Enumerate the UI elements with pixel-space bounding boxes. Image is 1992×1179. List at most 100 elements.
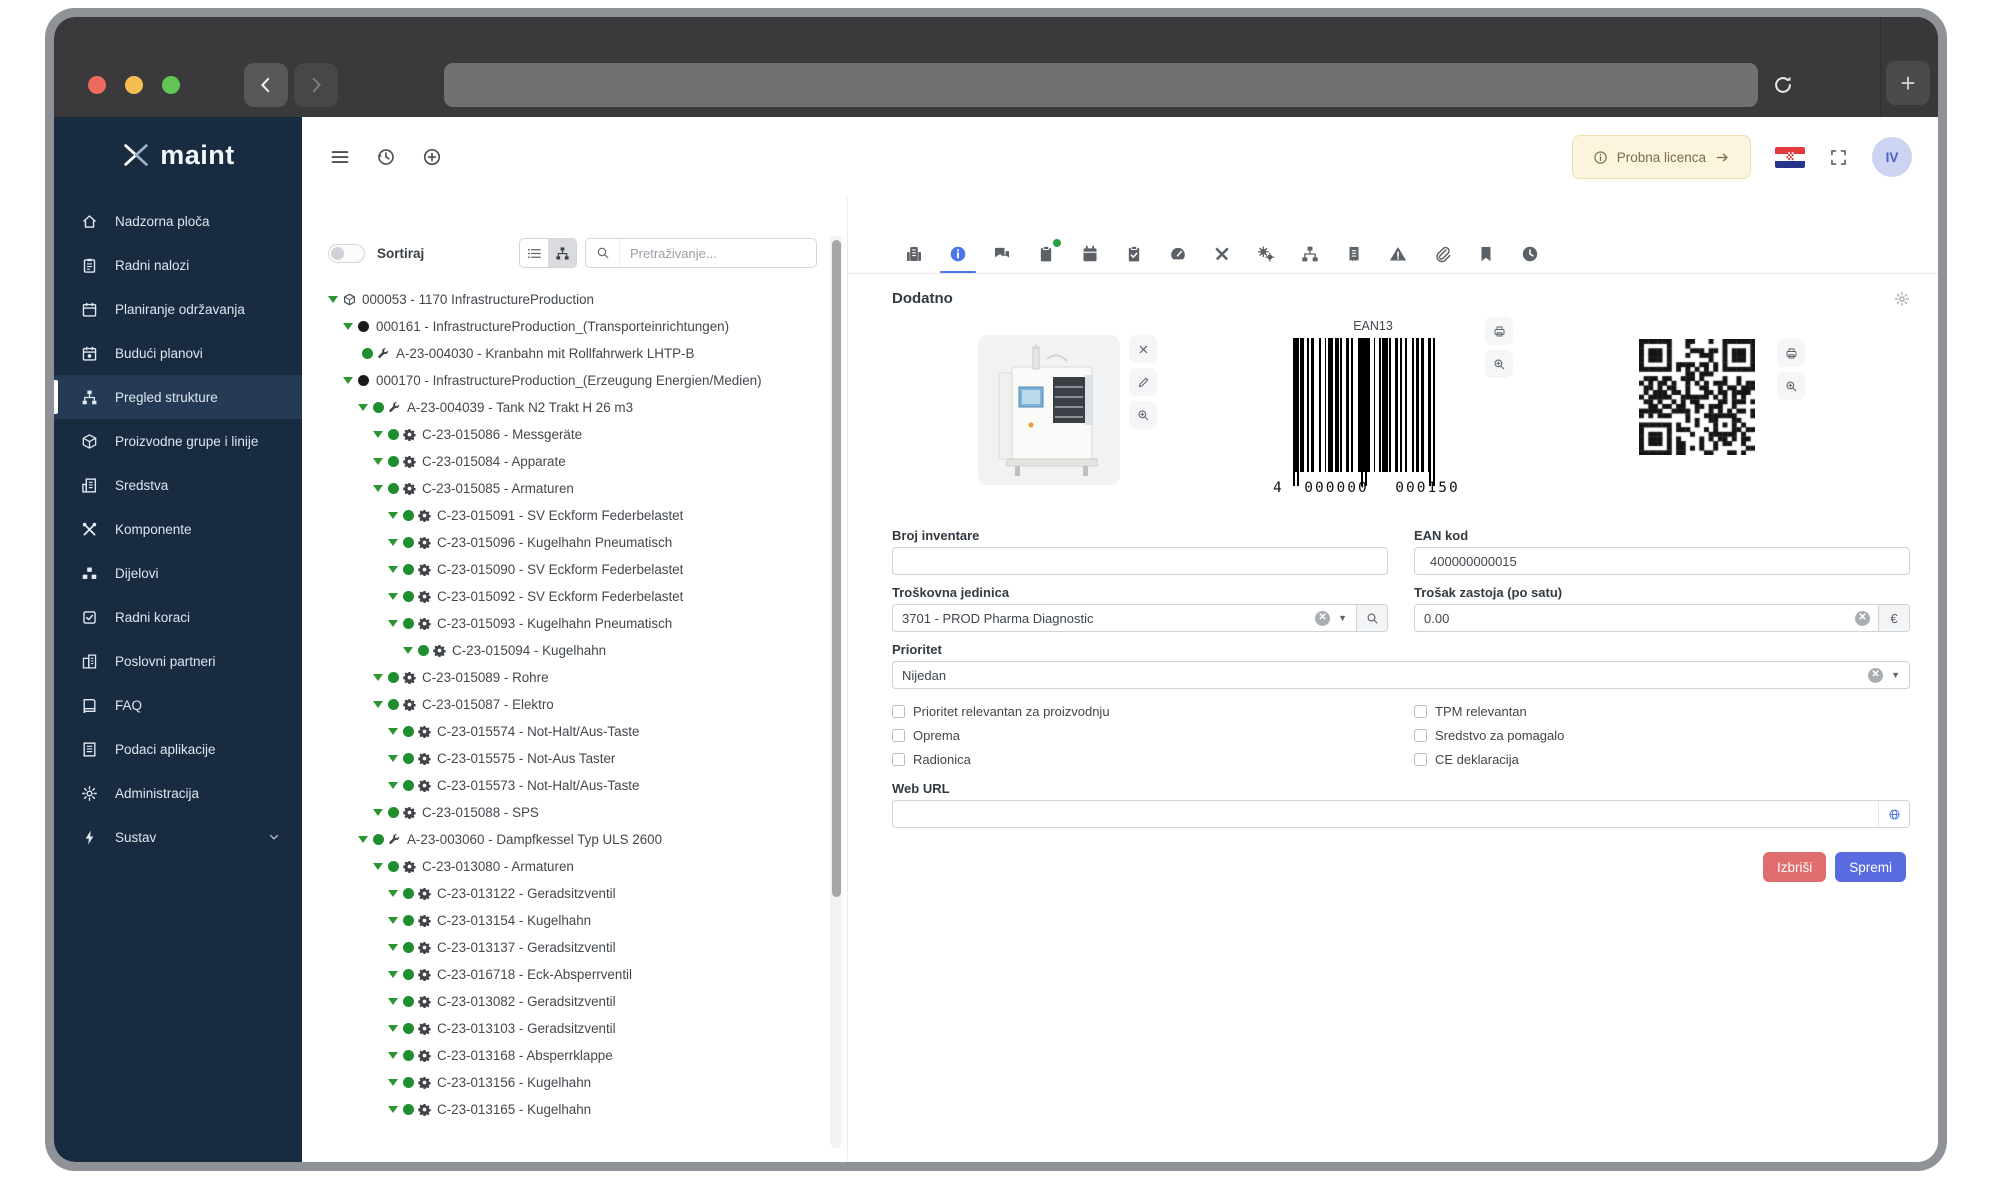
tab-sitemap2[interactable] <box>1288 237 1332 271</box>
expander-icon[interactable] <box>343 323 353 330</box>
tab-clock[interactable] <box>1508 237 1552 271</box>
expander-icon[interactable] <box>388 539 398 546</box>
maximize-window-button[interactable] <box>162 76 180 94</box>
checkbox-radionica[interactable]: Radionica <box>892 747 1388 771</box>
sidebar-item-budu-i-planovi[interactable]: Budući planovi <box>54 331 302 375</box>
expander-icon[interactable] <box>388 593 398 600</box>
sidebar-item-sustav[interactable]: Sustav <box>54 815 302 859</box>
expander-icon[interactable] <box>388 755 398 762</box>
tree-node[interactable]: C-23-015094 - Kugelhahn <box>328 637 817 664</box>
sidebar-item-komponente[interactable]: Komponente <box>54 507 302 551</box>
checkbox-box[interactable] <box>892 752 905 766</box>
tab-clipboard-check[interactable] <box>1112 237 1156 271</box>
expander-icon[interactable] <box>388 512 398 519</box>
forward-button[interactable] <box>294 63 338 107</box>
tree-node[interactable]: C-23-015091 - SV Eckform Federbelastet <box>328 502 817 529</box>
sidebar-item-pregled-strukture[interactable]: Pregled strukture <box>54 375 302 419</box>
tree-node[interactable]: C-23-013156 - Kugelhahn <box>328 1069 817 1096</box>
expander-icon[interactable] <box>388 620 398 627</box>
tree-node[interactable]: C-23-015093 - Kugelhahn Pneumatisch <box>328 610 817 637</box>
clear-icon[interactable]: ✕ <box>1868 667 1884 683</box>
add-circle-icon[interactable] <box>422 147 442 167</box>
history-icon[interactable] <box>376 147 396 167</box>
expander-icon[interactable] <box>358 836 368 843</box>
settings-gear-icon[interactable] <box>1894 291 1910 307</box>
checkbox-oprema[interactable]: Oprema <box>892 723 1388 747</box>
barcode-zoom-button[interactable] <box>1485 350 1513 378</box>
expander-icon[interactable] <box>388 917 398 924</box>
caret-down-icon[interactable]: ▼ <box>1891 670 1900 680</box>
checkbox-sredstvo-za-pomagalo[interactable]: Sredstvo za pomagalo <box>1414 723 1910 747</box>
expander-icon[interactable] <box>388 1025 398 1032</box>
user-avatar[interactable]: IV <box>1872 137 1912 177</box>
tree-node[interactable]: C-23-015090 - SV Eckform Federbelastet <box>328 556 817 583</box>
expander-icon[interactable] <box>373 431 383 438</box>
tab-tools2[interactable] <box>1200 237 1244 271</box>
web-url-input[interactable] <box>893 806 1878 822</box>
expander-icon[interactable] <box>343 377 353 384</box>
sidebar-item-podaci-aplikacije[interactable]: Podaci aplikacije <box>54 727 302 771</box>
fullscreen-icon[interactable] <box>1829 148 1848 167</box>
tree-node[interactable]: C-23-015087 - Elektro <box>328 691 817 718</box>
tree-node[interactable]: C-23-015573 - Not-Halt/Aus-Taste <box>328 772 817 799</box>
tree-node[interactable]: C-23-013080 - Armaturen <box>328 853 817 880</box>
trial-license-button[interactable]: Probna licenca <box>1571 135 1751 179</box>
tree-node[interactable]: C-23-015096 - Kugelhahn Pneumatisch <box>328 529 817 556</box>
expander-icon[interactable] <box>388 890 398 897</box>
tree-view-button[interactable] <box>548 239 576 267</box>
photo-delete-button[interactable] <box>1129 335 1157 363</box>
language-flag-croatia[interactable] <box>1775 146 1805 168</box>
tree-node[interactable]: C-23-013122 - Geradsitzventil <box>328 880 817 907</box>
expander-icon[interactable] <box>373 674 383 681</box>
tree-node[interactable]: C-23-015575 - Not-Aus Taster <box>328 745 817 772</box>
sidebar-item-nadzorna-plo-a[interactable]: Nadzorna ploča <box>54 199 302 243</box>
hamburger-menu-icon[interactable] <box>330 147 350 167</box>
url-bar[interactable] <box>444 63 1758 107</box>
sidebar-item-administracija[interactable]: Administracija <box>54 771 302 815</box>
cost-unit-select[interactable] <box>893 610 1316 626</box>
tree-node[interactable]: A-23-004039 - Tank N2 Trakt H 26 m3 <box>328 394 817 421</box>
tree-node[interactable]: C-23-013168 - Absperrklappe <box>328 1042 817 1069</box>
clear-icon[interactable]: ✕ <box>1855 610 1870 626</box>
tree-node[interactable]: C-23-015084 - Apparate <box>328 448 817 475</box>
expander-icon[interactable] <box>358 404 368 411</box>
ean-code-input[interactable] <box>1415 553 1909 569</box>
tree-node[interactable]: A-23-003060 - Dampfkessel Typ ULS 2600 <box>328 826 817 853</box>
tree-node[interactable]: C-23-015086 - Messgeräte <box>328 421 817 448</box>
sidebar-item-planiranje-odr-avanja[interactable]: Planiranje održavanja <box>54 287 302 331</box>
expander-icon[interactable] <box>388 1106 398 1113</box>
tab-chat[interactable] <box>980 237 1024 271</box>
expander-icon[interactable] <box>388 1052 398 1059</box>
tree-node[interactable]: C-23-015085 - Armaturen <box>328 475 817 502</box>
new-tab-button[interactable]: + <box>1886 61 1930 105</box>
expander-icon[interactable] <box>388 1079 398 1086</box>
sidebar-item-dijelovi[interactable]: Dijelovi <box>54 551 302 595</box>
sidebar-item-proizvodne-grupe-i-linije[interactable]: Proizvodne grupe i linije <box>54 419 302 463</box>
tree-node[interactable]: C-23-013137 - Geradsitzventil <box>328 934 817 961</box>
qr-print-button[interactable] <box>1777 339 1805 367</box>
scrollbar-thumb[interactable] <box>831 240 841 898</box>
back-button[interactable] <box>244 63 288 107</box>
cost-unit-search-button[interactable] <box>1356 605 1387 631</box>
expander-icon[interactable] <box>403 647 413 654</box>
save-button[interactable]: Spremi <box>1835 852 1906 882</box>
tree-node[interactable]: C-23-013082 - Geradsitzventil <box>328 988 817 1015</box>
checkbox-tpm-relevantan[interactable]: TPM relevantan <box>1414 699 1910 723</box>
inventory-number-input[interactable] <box>893 553 1387 569</box>
sidebar-item-radni-nalozi[interactable]: Radni nalozi <box>54 243 302 287</box>
tab-gears[interactable] <box>1244 237 1288 271</box>
expander-icon[interactable] <box>388 566 398 573</box>
checkbox-box[interactable] <box>1414 728 1427 742</box>
tree-node[interactable]: 000053 - 1170 InfrastructureProduction <box>328 286 817 313</box>
tree-node[interactable]: 000161 - InfrastructureProduction_(Trans… <box>328 313 817 340</box>
checkbox-prioritet-relevantan-za-proizvodnju[interactable]: Prioritet relevantan za proizvodnju <box>892 699 1388 723</box>
expander-icon[interactable] <box>373 863 383 870</box>
tree-node[interactable]: A-23-004030 - Kranbahn mit Rollfahrwerk … <box>328 340 817 367</box>
checkbox-box[interactable] <box>1414 704 1427 718</box>
barcode-print-button[interactable] <box>1485 317 1513 345</box>
clear-icon[interactable]: ✕ <box>1315 610 1331 626</box>
list-view-button[interactable] <box>520 239 548 267</box>
sidebar-item-radni-koraci[interactable]: Radni koraci <box>54 595 302 639</box>
tree-node[interactable]: C-23-015089 - Rohre <box>328 664 817 691</box>
expander-icon[interactable] <box>373 458 383 465</box>
